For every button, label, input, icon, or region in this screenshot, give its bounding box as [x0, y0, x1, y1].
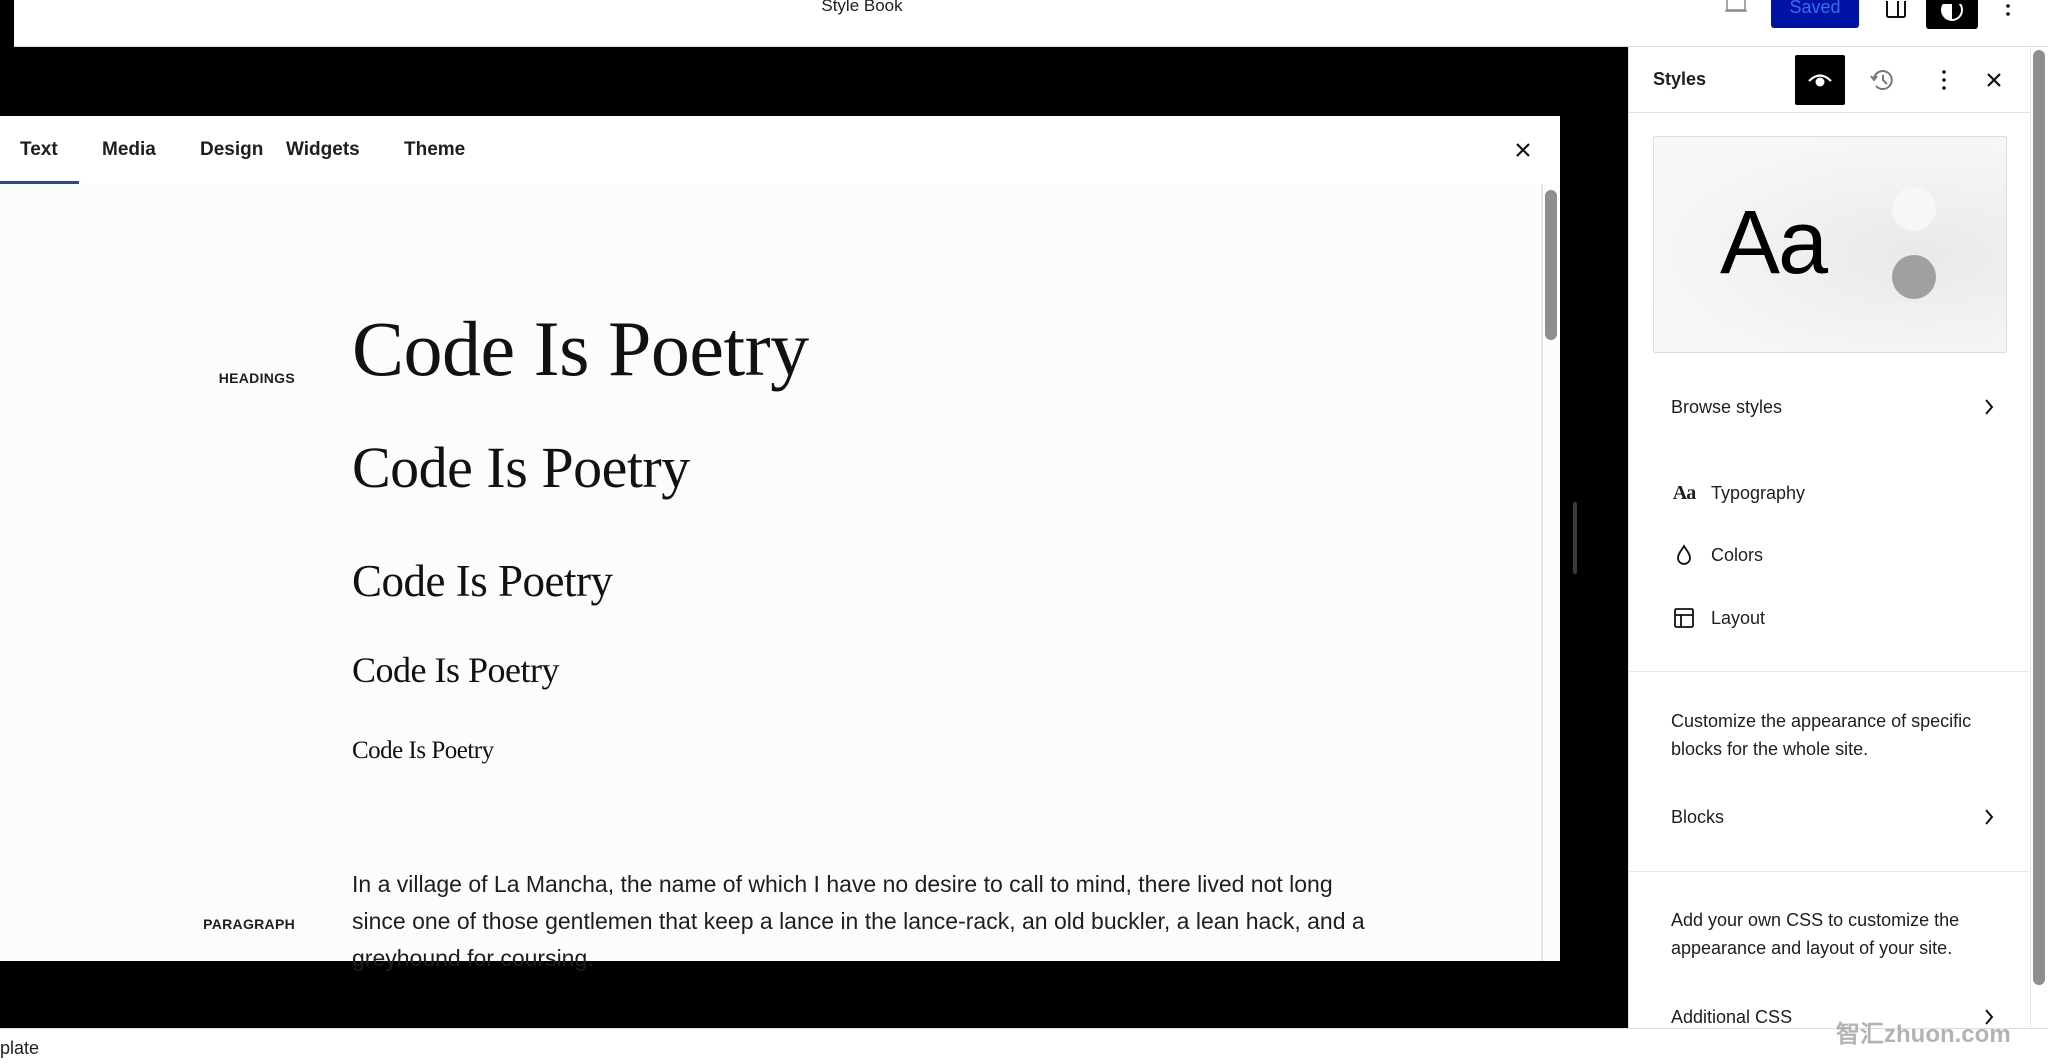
menu-item-label: Typography	[1711, 482, 1806, 503]
toggle-settings-button[interactable]	[1878, 0, 1914, 20]
menu-item-colors[interactable]: Colors	[1673, 535, 2003, 575]
tab-theme[interactable]: Theme	[404, 116, 504, 184]
panel-header: Styles	[1629, 47, 2031, 113]
headings-section-label: HEADINGS	[218, 370, 295, 386]
menu-item-label: Layout	[1711, 607, 1766, 628]
desktop-preview-icon	[1725, 0, 1747, 12]
layout-icon	[1673, 607, 1695, 629]
panel-scrollbar[interactable]	[2033, 50, 2045, 985]
tab-label: Theme	[404, 139, 466, 160]
tab-label: Text	[20, 139, 58, 160]
heading-h2[interactable]: Code Is Poetry	[352, 434, 690, 501]
more-vertical-icon	[2006, 4, 2010, 16]
panel-divider	[1629, 871, 2029, 872]
droplet-icon	[1673, 544, 1695, 566]
preview-color-swatch	[1892, 187, 1936, 231]
close-style-book-button[interactable]	[1509, 136, 1537, 164]
tab-label: Widgets	[286, 139, 360, 160]
menu-item-typography[interactable]: Aa Typography	[1673, 473, 2003, 513]
browse-styles-button[interactable]: Browse styles	[1671, 387, 2011, 427]
sidebar-toggle-icon	[1886, 1, 1906, 18]
additional-css-label: Additional CSS	[1671, 1006, 1793, 1027]
styles-button[interactable]	[1926, 0, 1978, 29]
heading-h5[interactable]: Code Is Poetry	[352, 737, 494, 765]
chevron-right-icon	[1985, 809, 1994, 825]
panel-title: Styles	[1653, 69, 1707, 89]
close-panel-button[interactable]	[1969, 55, 2019, 105]
breadcrumb-template[interactable]: plate	[0, 1038, 39, 1059]
revisions-button[interactable]	[1857, 55, 1907, 105]
eye-icon	[1808, 74, 1832, 87]
style-book-scrollbar[interactable]	[1545, 190, 1557, 340]
saved-button[interactable]: Saved	[1771, 0, 1859, 28]
chevron-right-icon	[1985, 399, 1994, 415]
panel-options-button[interactable]	[1919, 55, 1969, 105]
frame-scroll-track	[1541, 184, 1543, 961]
panel-divider	[1629, 671, 2029, 672]
half-circle-styles-icon	[1941, 3, 1963, 21]
tab-label: Design	[200, 139, 264, 160]
typography-icon: Aa	[1672, 481, 1696, 504]
tab-media[interactable]: Media	[79, 116, 179, 184]
tab-label: Media	[102, 139, 156, 160]
tab-text[interactable]: Text	[0, 116, 79, 184]
paragraph-sample[interactable]: In a village of La Mancha, the name of w…	[352, 866, 1392, 977]
style-book-content: HEADINGS Code Is Poetry Code Is Poetry C…	[0, 184, 1542, 971]
preview-color-swatch	[1892, 255, 1936, 299]
tab-design[interactable]: Design	[179, 116, 286, 184]
heading-h4[interactable]: Code Is Poetry	[352, 649, 559, 691]
editor-top-bar: Style Book Saved	[0, 0, 2048, 47]
style-book-frame: Text Media Design Widgets Theme HEADINGS…	[0, 116, 1560, 971]
close-icon	[1987, 73, 2001, 87]
paragraph-section-label: PARAGRAPH	[203, 916, 295, 932]
blocks-label: Blocks	[1671, 806, 1725, 827]
blocks-button[interactable]: Blocks	[1671, 797, 2011, 837]
menu-item-layout[interactable]: Layout	[1673, 598, 2003, 638]
history-icon	[1870, 70, 1893, 91]
watermark: 智汇zhuon.com	[1836, 1021, 2011, 1048]
canvas-resize-handle[interactable]	[1573, 502, 1577, 574]
more-vertical-icon	[1942, 70, 1946, 90]
options-button[interactable]	[1992, 0, 2024, 22]
styles-panel: Styles Aa Browse styles Aa Typography Co…	[1628, 47, 2031, 1028]
css-description: Add your own CSS to customize the appear…	[1671, 910, 1960, 958]
close-icon	[1516, 143, 1530, 157]
heading-h1[interactable]: Code Is Poetry	[352, 304, 809, 394]
tab-widgets[interactable]: Widgets	[286, 116, 404, 184]
style-preview-card[interactable]: Aa	[1653, 136, 2007, 353]
saved-label: Saved	[1789, 0, 1841, 17]
blocks-description: Customize the appearance of specific blo…	[1671, 711, 1972, 759]
style-book-tabs: Text Media Design Widgets Theme	[0, 116, 1560, 184]
preview-sample-text: Aa	[1720, 193, 1828, 293]
menu-item-label: Colors	[1711, 544, 1764, 565]
heading-h3[interactable]: Code Is Poetry	[352, 555, 613, 607]
style-book-toggle-button[interactable]	[1795, 55, 1845, 105]
status-bar: plate	[0, 1028, 2048, 1064]
document-title[interactable]: Style Book	[0, 0, 1724, 16]
browse-styles-label: Browse styles	[1671, 396, 1783, 417]
preview-button[interactable]	[1718, 0, 1754, 14]
